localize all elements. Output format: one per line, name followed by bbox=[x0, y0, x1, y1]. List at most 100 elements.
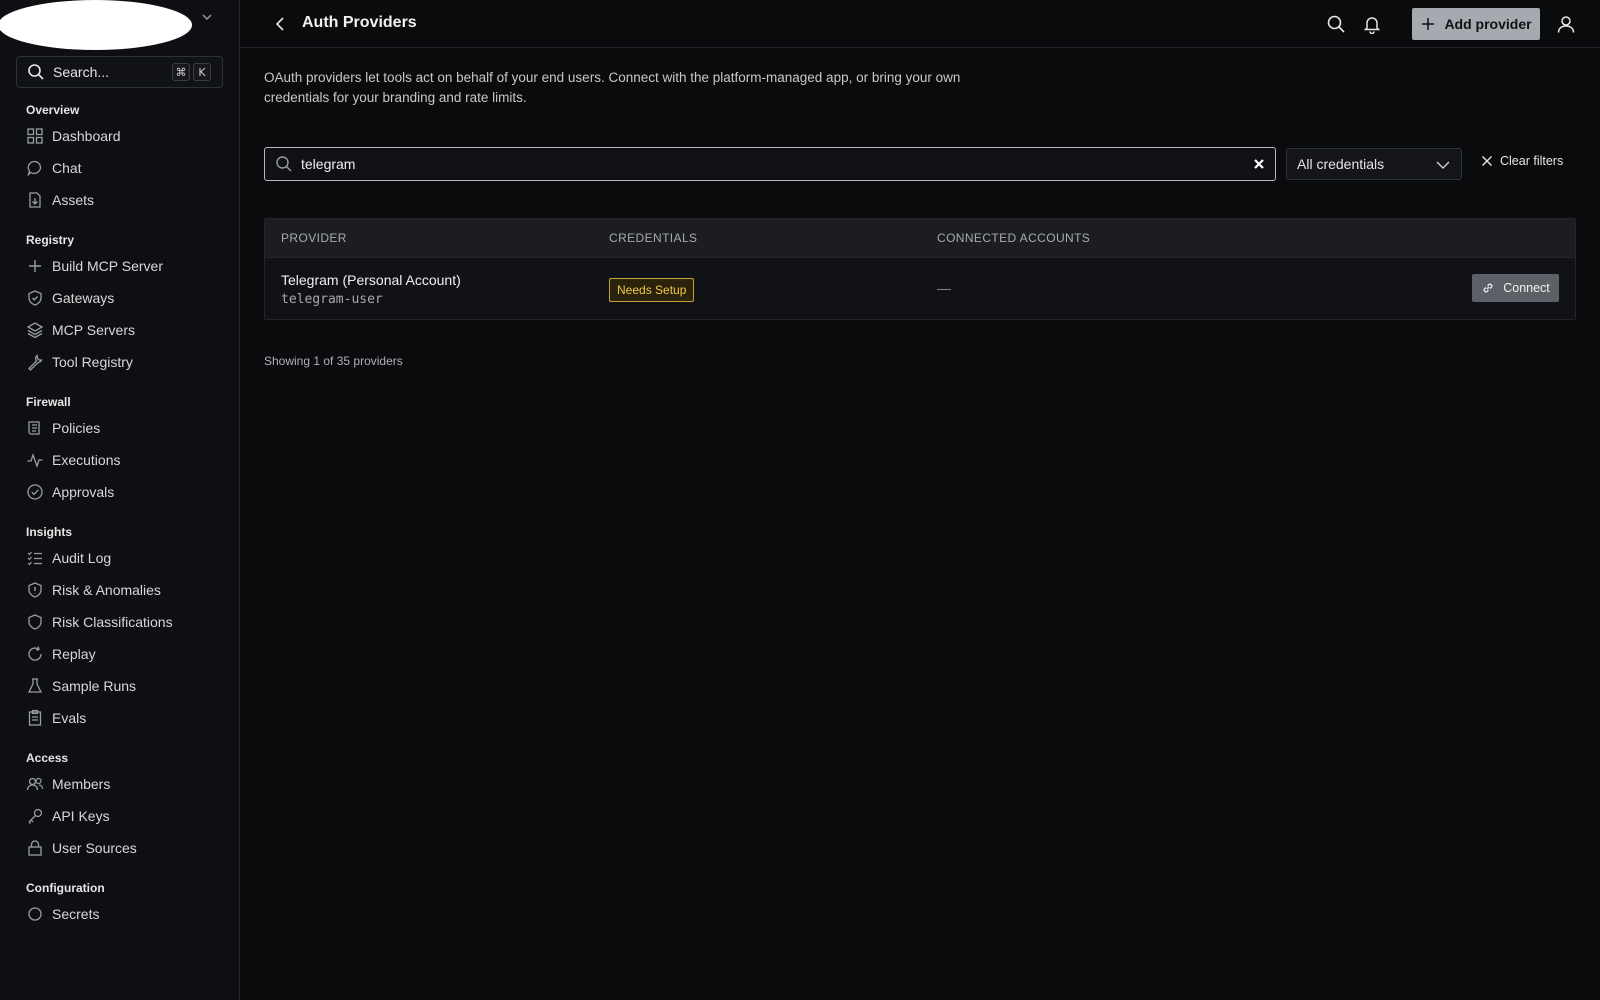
shield-check-icon bbox=[28, 290, 42, 306]
add-provider-button[interactable]: Add provider bbox=[1412, 8, 1540, 40]
user-icon[interactable] bbox=[1556, 14, 1576, 34]
connect-button[interactable]: Connect bbox=[1472, 274, 1559, 302]
sidebar-item-label: Policies bbox=[52, 420, 101, 436]
flask-icon bbox=[27, 678, 43, 693]
shield-icon bbox=[28, 614, 42, 630]
sidebar-item-label: Evals bbox=[52, 710, 87, 726]
sidebar-item-label: Audit Log bbox=[52, 550, 112, 566]
section-access: Access bbox=[26, 751, 69, 765]
activity-icon bbox=[27, 453, 43, 468]
chevron-left-icon[interactable] bbox=[270, 14, 290, 34]
check-circle-icon bbox=[27, 484, 43, 500]
sidebar-item-label: Sample Runs bbox=[52, 678, 137, 694]
shield-alert-icon bbox=[28, 582, 42, 598]
main-content: Auth Providers Add provider OAuth provid… bbox=[240, 0, 1600, 1000]
providers-table: PROVIDER CREDENTIALS CONNECTED ACCOUNTS … bbox=[264, 218, 1576, 320]
search-icon[interactable] bbox=[1326, 14, 1346, 34]
section-firewall: Firewall bbox=[26, 395, 71, 409]
list-check-icon bbox=[27, 551, 42, 566]
sidebar-item-label: API Keys bbox=[52, 808, 110, 824]
sidebar-item-label: MCP Servers bbox=[52, 322, 135, 338]
provider-search-field[interactable] bbox=[264, 147, 1276, 181]
chat-icon bbox=[27, 160, 42, 177]
sidebar-item-label: Executions bbox=[52, 452, 121, 468]
bell-icon[interactable] bbox=[1362, 14, 1382, 34]
sidebar-item-replay[interactable]: Replay bbox=[0, 638, 239, 670]
sidebar: Search... ⌘ K Overview Dashboard Chat As… bbox=[0, 0, 240, 1000]
section-configuration: Configuration bbox=[26, 881, 105, 895]
credentials-filter-select[interactable]: All credentials bbox=[1286, 148, 1462, 180]
results-count: Showing 1 of 35 providers bbox=[264, 354, 403, 368]
table-row[interactable]: Telegram (Personal Account) telegram-use… bbox=[265, 257, 1575, 319]
connected-accounts-value: — bbox=[937, 280, 951, 296]
chevron-down-icon[interactable] bbox=[200, 10, 214, 24]
sidebar-item-build-mcp-server[interactable]: Build MCP Server bbox=[0, 250, 239, 282]
sidebar-item-audit-log[interactable]: Audit Log bbox=[0, 542, 239, 574]
secret-icon bbox=[28, 907, 42, 921]
shortcut-key-k: K bbox=[193, 63, 211, 81]
sidebar-item-members[interactable]: Members bbox=[0, 768, 239, 800]
sidebar-item-label: Assets bbox=[52, 192, 95, 208]
sidebar-item-executions[interactable]: Executions bbox=[0, 444, 239, 476]
chevron-down-icon bbox=[1436, 161, 1450, 169]
sidebar-item-label: Replay bbox=[52, 646, 96, 662]
sidebar-item-risk-classifications[interactable]: Risk Classifications bbox=[0, 606, 239, 638]
sidebar-item-approvals[interactable]: Approvals bbox=[0, 476, 239, 508]
sidebar-item-risk-anomalies[interactable]: Risk & Anomalies bbox=[0, 574, 239, 606]
plus-icon bbox=[29, 260, 41, 272]
sidebar-item-tool-registry[interactable]: Tool Registry bbox=[0, 346, 239, 378]
topbar: Auth Providers Add provider bbox=[240, 0, 1600, 48]
sidebar-item-policies[interactable]: Policies bbox=[0, 412, 239, 444]
wrench-icon bbox=[28, 354, 43, 371]
key-icon bbox=[28, 808, 43, 824]
users-icon bbox=[26, 777, 44, 791]
close-icon[interactable] bbox=[1251, 156, 1267, 172]
provider-slug: telegram-user bbox=[281, 292, 383, 307]
add-provider-label: Add provider bbox=[1444, 16, 1532, 32]
sidebar-item-label: Risk & Anomalies bbox=[52, 582, 161, 598]
clear-filters-label: Clear filters bbox=[1500, 154, 1564, 168]
sidebar-item-dashboard[interactable]: Dashboard bbox=[0, 120, 239, 152]
provider-search-input[interactable] bbox=[301, 156, 1201, 172]
grid-icon bbox=[27, 128, 43, 144]
layers-icon bbox=[26, 322, 44, 339]
sidebar-item-label: Approvals bbox=[52, 484, 115, 500]
org-switcher[interactable] bbox=[0, 0, 239, 50]
sidebar-item-mcp-servers[interactable]: MCP Servers bbox=[0, 314, 239, 346]
sidebar-item-api-keys[interactable]: API Keys bbox=[0, 800, 239, 832]
provider-name: Telegram (Personal Account) bbox=[281, 272, 461, 288]
plus-icon bbox=[1422, 18, 1435, 30]
search-icon bbox=[276, 156, 292, 172]
clear-filters-button[interactable]: Clear filters bbox=[1480, 154, 1563, 168]
table-header: PROVIDER CREDENTIALS CONNECTED ACCOUNTS bbox=[265, 219, 1575, 257]
sidebar-item-label: Members bbox=[52, 776, 111, 792]
lock-icon bbox=[28, 840, 42, 856]
sidebar-nav: Overview Dashboard Chat Assets Registry … bbox=[0, 100, 239, 930]
column-connected-accounts: CONNECTED ACCOUNTS bbox=[937, 231, 1091, 245]
sidebar-item-sample-runs[interactable]: Sample Runs bbox=[0, 670, 239, 702]
sidebar-item-label: Tool Registry bbox=[52, 354, 133, 370]
sidebar-item-secrets[interactable]: Secrets bbox=[0, 898, 239, 930]
refresh-icon bbox=[28, 646, 42, 661]
sidebar-item-label: Dashboard bbox=[52, 128, 121, 144]
sidebar-item-assets[interactable]: Assets bbox=[0, 184, 239, 216]
section-insights: Insights bbox=[26, 525, 73, 539]
sidebar-item-label: Gateways bbox=[52, 290, 115, 306]
connect-label: Connect bbox=[1503, 281, 1550, 295]
sidebar-item-gateways[interactable]: Gateways bbox=[0, 282, 239, 314]
sidebar-search[interactable]: Search... ⌘ K bbox=[16, 56, 223, 88]
search-icon bbox=[28, 64, 44, 80]
sidebar-search-label: Search... bbox=[53, 64, 110, 80]
sidebar-item-chat[interactable]: Chat bbox=[0, 152, 239, 184]
sidebar-item-label: Chat bbox=[52, 160, 82, 176]
shortcut-key-cmd: ⌘ bbox=[172, 63, 190, 81]
section-overview: Overview bbox=[26, 103, 80, 117]
org-logo bbox=[0, 0, 192, 50]
sidebar-item-user-sources[interactable]: User Sources bbox=[0, 832, 239, 864]
credentials-filter-value: All credentials bbox=[1297, 156, 1385, 172]
sidebar-item-label: Build MCP Server bbox=[52, 258, 164, 274]
sidebar-item-evals[interactable]: Evals bbox=[0, 702, 239, 734]
sidebar-item-label: Secrets bbox=[52, 906, 100, 922]
scroll-icon bbox=[28, 421, 40, 435]
column-credentials: CREDENTIALS bbox=[609, 231, 698, 245]
